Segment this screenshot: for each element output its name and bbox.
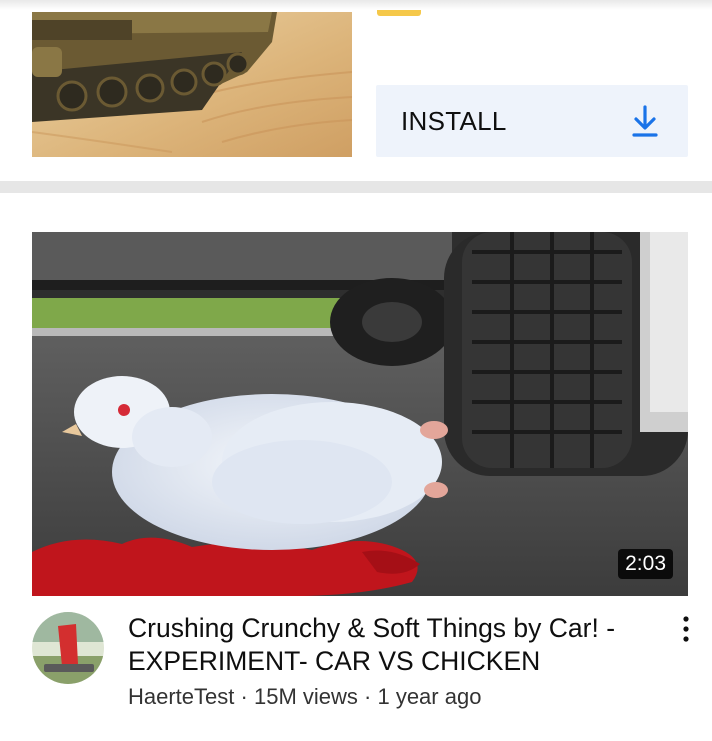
channel-avatar[interactable] — [32, 612, 104, 684]
install-button[interactable]: INSTALL — [376, 85, 688, 157]
upload-age: 1 year ago — [377, 684, 482, 709]
ad-thumbnail[interactable] — [32, 12, 352, 157]
channel-name[interactable]: HaerteTest — [128, 684, 234, 709]
duration-badge: 2:03 — [618, 549, 673, 579]
view-count: 15M views — [253, 684, 358, 709]
thumbnail-image — [32, 232, 688, 596]
meta-separator: · — [240, 684, 248, 709]
more-vertical-icon — [683, 616, 689, 642]
video-thumbnail[interactable]: 2:03 — [32, 232, 688, 596]
ad-badge — [377, 10, 421, 16]
meta-separator: · — [364, 684, 372, 709]
download-arrow-icon — [632, 105, 658, 137]
install-label: INSTALL — [401, 105, 507, 136]
feed-separator — [0, 181, 712, 193]
feed-page: INSTALL 2:03 Crushing Crunchy & Soft Thi… — [0, 0, 712, 741]
top-shadow — [0, 0, 712, 10]
tank-image — [32, 12, 352, 157]
video-title[interactable]: Crushing Crunchy & Soft Things by Car! -… — [128, 612, 658, 678]
video-meta: HaerteTest · 15M views · 1 year ago — [128, 684, 668, 710]
more-options-button[interactable] — [676, 614, 696, 646]
